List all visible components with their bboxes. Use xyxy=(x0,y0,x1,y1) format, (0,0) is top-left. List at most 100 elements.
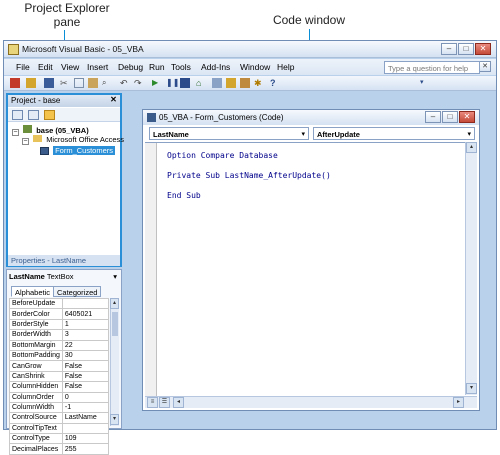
property-value[interactable]: 22 xyxy=(61,339,110,351)
save-icon[interactable] xyxy=(44,78,54,88)
design-mode-icon[interactable]: ⌂ xyxy=(196,78,206,88)
scroll-up-icon[interactable]: ▴ xyxy=(466,142,477,153)
menu-debug[interactable]: Debug xyxy=(118,62,143,72)
scroll-down-icon[interactable]: ▾ xyxy=(110,414,119,425)
code-vertical-scrollbar[interactable]: ▴ ▾ xyxy=(465,142,477,395)
menu-run[interactable]: Run xyxy=(149,62,165,72)
property-row[interactable]: ControlTipText xyxy=(9,422,110,435)
scroll-thumb[interactable] xyxy=(112,312,118,336)
scroll-up-icon[interactable]: ▴ xyxy=(110,298,119,309)
property-row[interactable]: BottomPadding 30 xyxy=(9,349,110,362)
toolbar-options-icon[interactable]: ▾ xyxy=(420,78,430,88)
menu-view[interactable]: View xyxy=(61,62,79,72)
property-row[interactable]: BorderWidth 3 xyxy=(9,329,110,341)
menu-tools[interactable]: Tools xyxy=(171,62,191,72)
property-row[interactable]: CanGrow False xyxy=(9,360,110,372)
properties-icon[interactable] xyxy=(226,78,236,88)
collapse-icon[interactable]: – xyxy=(22,138,29,145)
property-row[interactable]: DecimalPlaces 255 xyxy=(9,443,110,455)
property-value[interactable]: LastName xyxy=(61,412,110,424)
property-row[interactable]: ColumnHidden False xyxy=(9,381,110,393)
view-object-icon[interactable] xyxy=(28,110,39,120)
collapse-icon[interactable]: – xyxy=(12,129,19,136)
property-row[interactable]: ColumnOrder 0 xyxy=(9,391,110,403)
property-value[interactable]: 3 xyxy=(61,329,110,341)
help-search-input[interactable]: Type a question for help xyxy=(384,61,480,74)
menu-window[interactable]: Window xyxy=(240,62,270,72)
chevron-down-icon[interactable]: ▾ xyxy=(113,272,117,281)
property-value[interactable]: 30 xyxy=(61,349,110,362)
view-access-icon[interactable] xyxy=(10,78,20,88)
tree-folder-access[interactable]: – Microsoft Office Access xyxy=(22,135,124,145)
code-line[interactable]: Option Compare Database xyxy=(167,151,278,160)
code-horizontal-scrollbar[interactable]: ≡ ☰ ◂ ▸ xyxy=(145,396,477,408)
scroll-right-icon[interactable]: ▸ xyxy=(453,397,464,408)
copy-icon[interactable] xyxy=(74,78,84,88)
menu-help[interactable]: Help xyxy=(277,62,294,72)
property-value[interactable]: -1 xyxy=(61,401,110,414)
toolbox-icon[interactable]: ✱ xyxy=(254,78,264,88)
full-module-view-icon[interactable]: ☰ xyxy=(159,397,170,408)
tab-categorized[interactable]: Categorized xyxy=(53,286,102,297)
property-value[interactable]: 1 xyxy=(61,318,110,331)
code-line[interactable]: End Sub xyxy=(167,191,201,200)
property-value[interactable]: 109 xyxy=(61,433,110,445)
menu-file[interactable]: File xyxy=(16,62,30,72)
project-explorer-icon[interactable] xyxy=(212,78,222,88)
scroll-left-icon[interactable]: ◂ xyxy=(173,397,184,408)
toggle-folders-icon[interactable] xyxy=(44,110,55,120)
property-row[interactable]: ControlType 109 xyxy=(9,433,110,445)
cut-icon[interactable]: ✂ xyxy=(60,78,70,88)
property-value[interactable]: 255 xyxy=(61,443,110,455)
code-line[interactable]: Private Sub LastName_AfterUpdate() xyxy=(167,171,331,180)
code-editor[interactable]: Option Compare Database Private Sub Last… xyxy=(145,142,465,396)
property-row[interactable]: ColumnWidth -1 xyxy=(9,401,110,414)
object-selector[interactable]: LastName TextBox ▾ xyxy=(9,272,119,283)
redo-icon[interactable]: ↷ xyxy=(134,78,144,88)
property-value[interactable] xyxy=(61,422,110,435)
object-browser-icon[interactable] xyxy=(240,78,250,88)
view-code-icon[interactable] xyxy=(12,110,23,120)
procedure-view-icon[interactable]: ≡ xyxy=(147,397,158,408)
menu-edit[interactable]: Edit xyxy=(38,62,53,72)
chevron-down-icon[interactable]: ▾ xyxy=(301,130,305,138)
break-icon[interactable]: ❚❚ xyxy=(166,78,179,88)
doc-close-button[interactable]: ✕ xyxy=(479,61,491,72)
scroll-down-icon[interactable]: ▾ xyxy=(466,383,477,394)
help-icon[interactable]: ? xyxy=(270,78,280,88)
paste-icon[interactable] xyxy=(88,78,98,88)
property-value[interactable] xyxy=(61,297,110,310)
chevron-down-icon[interactable]: ▾ xyxy=(467,130,471,138)
insert-module-icon[interactable] xyxy=(26,78,36,88)
menu-insert[interactable]: Insert xyxy=(87,62,108,72)
project-explorer-close-icon[interactable]: ✕ xyxy=(109,96,118,105)
minimize-button[interactable]: – xyxy=(441,43,457,55)
undo-icon[interactable]: ↶ xyxy=(120,78,130,88)
find-icon[interactable]: ⌕ xyxy=(102,78,112,88)
property-row[interactable]: ControlSource LastName xyxy=(9,412,110,424)
property-value[interactable]: 0 xyxy=(61,391,110,403)
object-combo[interactable]: LastName ▾ xyxy=(149,127,309,140)
property-row[interactable]: BorderColor 6405021 xyxy=(9,308,110,320)
reset-icon[interactable] xyxy=(180,78,190,88)
tab-alphabetic[interactable]: Alphabetic xyxy=(11,286,55,297)
tree-item-form-customers[interactable]: Form_Customers xyxy=(40,146,116,156)
property-value[interactable]: False xyxy=(61,370,110,383)
code-close-button[interactable]: ✕ xyxy=(459,111,475,123)
property-row[interactable]: CanShrink False xyxy=(9,370,110,383)
maximize-button[interactable]: □ xyxy=(458,43,474,55)
code-minimize-button[interactable]: – xyxy=(425,111,441,123)
code-maximize-button[interactable]: □ xyxy=(442,111,458,123)
procedure-combo[interactable]: AfterUpdate ▾ xyxy=(313,127,475,140)
property-value[interactable]: False xyxy=(61,381,110,393)
property-value[interactable]: 6405021 xyxy=(61,308,110,320)
run-icon[interactable]: ▶ xyxy=(152,78,162,88)
properties-scrollbar[interactable]: ▴ ▾ xyxy=(110,298,119,426)
property-row[interactable]: BottomMargin 22 xyxy=(9,339,110,351)
close-button[interactable]: ✕ xyxy=(475,43,491,55)
menu-add-ins[interactable]: Add-Ins xyxy=(201,62,230,72)
property-row[interactable]: BeforeUpdate xyxy=(9,297,110,310)
property-row[interactable]: BorderStyle 1 xyxy=(9,318,110,331)
property-value[interactable]: False xyxy=(61,360,110,372)
margin-indicator-bar[interactable] xyxy=(145,143,157,396)
